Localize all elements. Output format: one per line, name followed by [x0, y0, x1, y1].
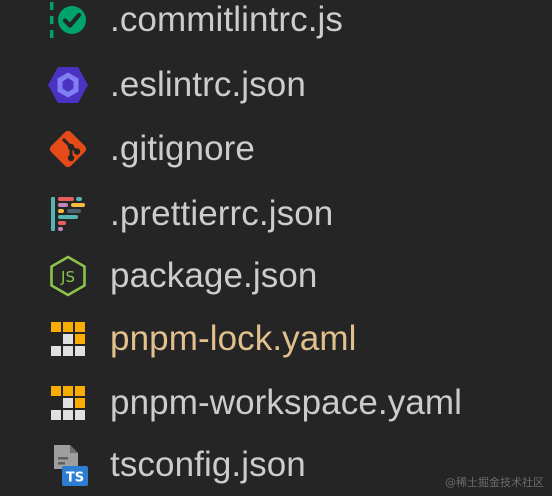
typescript-config-icon: TS: [45, 442, 91, 488]
file-item-commitlintrc[interactable]: .commitlintrc.js: [0, 0, 552, 52]
svg-text:TS: TS: [66, 471, 84, 486]
prettier-icon: [45, 191, 91, 237]
file-item-gitignore[interactable]: .gitignore: [0, 117, 552, 181]
file-explorer-list: .commitlintrc.js .eslintrc.json .gitigno…: [0, 0, 552, 496]
pnpm-icon: [45, 380, 91, 426]
file-item-prettierrc[interactable]: .prettierrc.json: [0, 182, 552, 246]
file-name: .gitignore: [110, 129, 255, 168]
svg-text:JS: JS: [60, 268, 75, 286]
file-name: .prettierrc.json: [110, 194, 334, 233]
file-name: pnpm-workspace.yaml: [110, 383, 463, 422]
git-icon: [45, 126, 91, 172]
file-item-package-json[interactable]: JS package.json: [0, 244, 552, 308]
file-item-pnpm-lock[interactable]: pnpm-lock.yaml: [0, 307, 552, 371]
watermark-text: @稀土掘金技术社区: [445, 476, 544, 489]
file-item-pnpm-workspace[interactable]: pnpm-workspace.yaml: [0, 371, 552, 435]
pnpm-icon: [45, 316, 91, 362]
file-name: tsconfig.json: [110, 445, 306, 484]
file-name: package.json: [110, 256, 318, 295]
file-name: .eslintrc.json: [110, 65, 306, 104]
file-item-eslintrc[interactable]: .eslintrc.json: [0, 53, 552, 117]
eslint-icon: [45, 62, 91, 108]
nodejs-icon: JS: [45, 253, 91, 299]
file-name: pnpm-lock.yaml: [110, 319, 357, 358]
commitlint-icon: [45, 0, 91, 43]
file-name: .commitlintrc.js: [110, 0, 343, 39]
